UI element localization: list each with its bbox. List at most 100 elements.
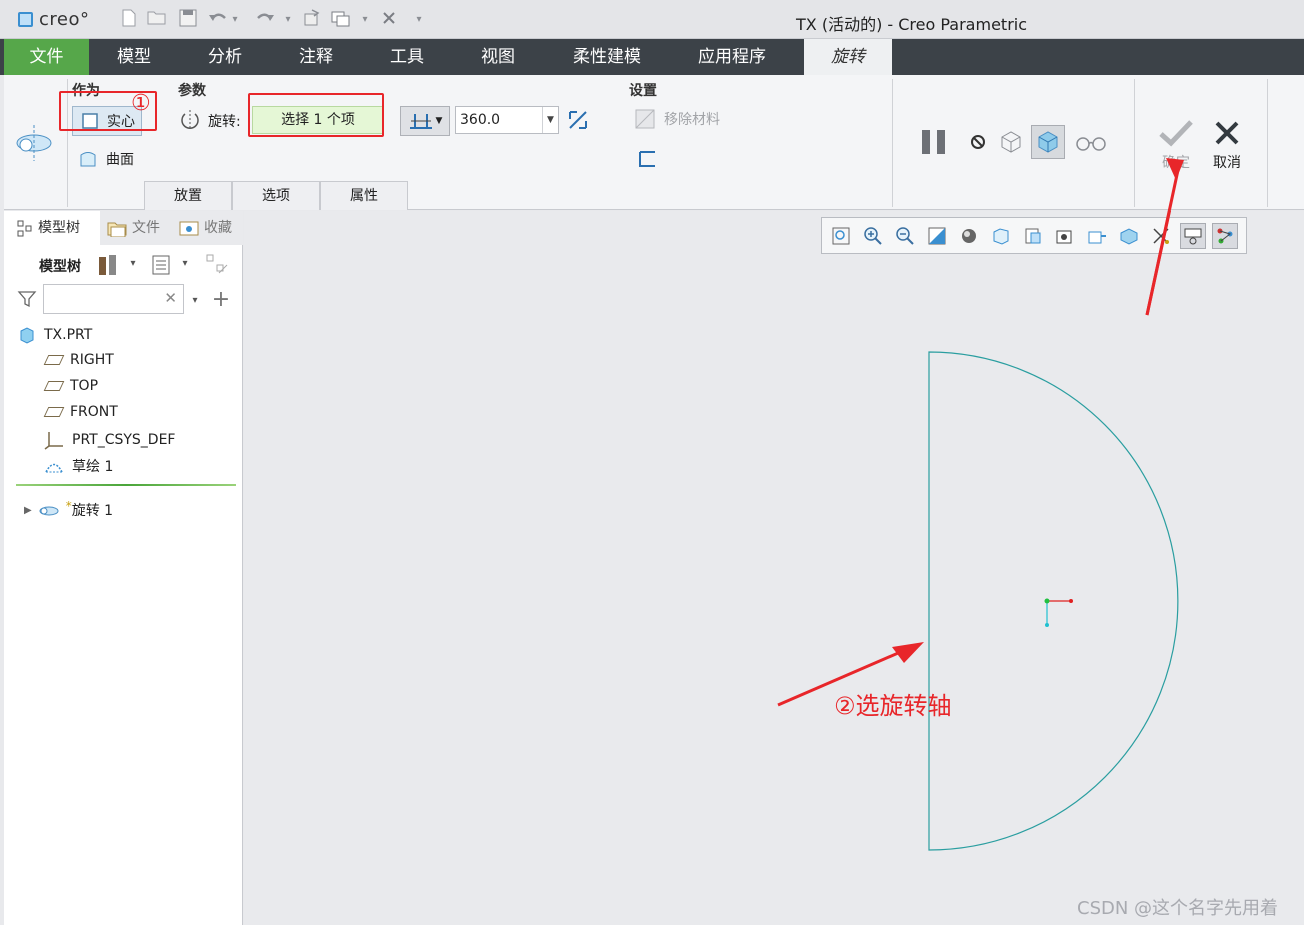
annotation-arrow-ok <box>1145 211 1172 316</box>
close-window-icon[interactable] <box>378 9 400 31</box>
redo-dropdown-icon[interactable]: ▾ <box>283 9 293 31</box>
part-icon <box>20 327 34 344</box>
tree-item-label: RIGHT <box>70 352 114 368</box>
regenerate-icon[interactable] <box>301 9 323 31</box>
annotation-arrowhead-axis <box>892 642 924 663</box>
tab-flexible-modeling[interactable]: 柔性建模 <box>562 39 652 75</box>
tree-item-part[interactable]: TX.PRT <box>18 326 92 344</box>
add-column-icon[interactable]: + <box>210 287 232 312</box>
filter-icon[interactable] <box>16 288 38 310</box>
tab-model-tree-label: 模型树 <box>38 220 80 236</box>
ok-button[interactable]: 确定 <box>1156 115 1196 175</box>
csys-origin <box>1044 598 1050 604</box>
creo-logo-text: creo° <box>39 9 90 30</box>
tab-options[interactable]: 选项 <box>232 181 320 210</box>
surface-icon <box>80 152 96 167</box>
tree-item-revolve[interactable]: ▶ * 旋转 1 <box>24 499 113 520</box>
tab-revolve[interactable]: 旋转 <box>804 39 892 75</box>
title-bar: creo° ▾ ▾ ▾ ▾ TX (活动的) - Creo Parametric <box>0 0 1304 39</box>
tab-file[interactable]: 文件 <box>4 39 89 75</box>
tab-view[interactable]: 视图 <box>462 39 534 75</box>
tree-item-right[interactable]: RIGHT <box>43 352 114 368</box>
show-list-icon[interactable] <box>149 252 173 278</box>
checkmark-icon <box>1159 120 1193 147</box>
model-tree-label: 模型树 <box>39 259 81 275</box>
tree-item-top[interactable]: TOP <box>43 378 98 394</box>
open-folder-icon[interactable] <box>146 9 168 31</box>
tab-folder-label: 文件 <box>132 220 160 236</box>
angle-type-dropdown-icon[interactable]: ▼ <box>436 116 443 126</box>
close-icon <box>1215 121 1239 145</box>
geometry-preview-button[interactable] <box>1031 125 1065 159</box>
tab-tools[interactable]: 工具 <box>371 39 443 75</box>
variable-angle-icon <box>409 114 432 129</box>
angle-value: 360.0 <box>460 112 501 128</box>
tree-item-label: FRONT <box>70 404 118 420</box>
windows-dropdown-icon[interactable]: ▾ <box>360 9 370 31</box>
cancel-button[interactable]: 取消 <box>1207 115 1247 175</box>
pause-button[interactable] <box>918 126 950 158</box>
tab-favorites[interactable]: 收藏 <box>178 211 238 245</box>
tree-item-csys[interactable]: PRT_CSYS_DEF <box>44 430 175 450</box>
surface-button[interactable]: 曲面 <box>78 147 134 171</box>
separator <box>892 79 893 207</box>
windows-icon[interactable] <box>330 9 352 31</box>
redo-icon[interactable] <box>254 9 276 31</box>
revolve-feature-icon <box>14 123 54 163</box>
tab-annotate[interactable]: 注释 <box>280 39 352 75</box>
pause-icon <box>922 130 945 154</box>
undo-dropdown-icon[interactable]: ▾ <box>230 9 240 31</box>
annotation-select-axis: ②选旋转轴 <box>834 692 952 720</box>
ribbon-tabs: 文件 模型 分析 注释 工具 视图 柔性建模 应用程序 旋转 <box>0 39 1304 75</box>
watermark: CSDN @这个名字先用着 <box>1077 898 1279 919</box>
tab-applications[interactable]: 应用程序 <box>686 39 778 75</box>
tab-favorites-label: 收藏 <box>204 220 232 236</box>
angle-dropdown-icon[interactable]: ▼ <box>542 107 558 133</box>
axis-rotate-icon <box>178 108 202 132</box>
tree-item-front[interactable]: FRONT <box>43 404 118 420</box>
customize-toolbar-icon[interactable]: ▾ <box>414 9 424 31</box>
new-file-icon[interactable] <box>118 9 140 31</box>
datum-plane-icon <box>43 407 65 417</box>
tab-properties[interactable]: 属性 <box>320 181 408 210</box>
folder-browser-icon <box>107 222 127 237</box>
tree-search-input[interactable]: ✕ <box>43 284 184 314</box>
tab-model-tree[interactable]: 模型树 <box>4 211 100 245</box>
clear-search-icon[interactable]: ✕ <box>164 289 177 307</box>
flip-direction-button[interactable] <box>564 106 592 134</box>
revolve-icon <box>39 506 59 516</box>
tab-folder-browser[interactable]: 文件 <box>106 211 172 245</box>
angle-input[interactable]: 360.0 ▼ <box>455 106 559 134</box>
remove-material-button[interactable]: 移除材料 <box>634 108 720 130</box>
tab-analysis[interactable]: 分析 <box>189 39 261 75</box>
tab-model[interactable]: 模型 <box>98 39 170 75</box>
settings-dropdown-icon[interactable]: ▾ <box>128 253 138 275</box>
verify-mode-button[interactable] <box>1073 130 1109 154</box>
thicken-icon <box>639 151 655 167</box>
csys-y-end <box>1045 623 1049 627</box>
graphics-window[interactable] <box>244 211 1304 925</box>
datum-plane-icon <box>43 381 65 391</box>
attached-preview-button[interactable] <box>997 128 1025 156</box>
model-tree-icon <box>17 220 32 237</box>
shaded-preview-icon <box>1038 131 1058 153</box>
annotation-box-collector <box>248 93 384 137</box>
tree-item-sketch[interactable]: 草绘 1 <box>44 456 113 476</box>
show-dropdown-icon[interactable]: ▾ <box>180 253 190 275</box>
tab-placement[interactable]: 放置 <box>144 181 232 210</box>
insert-here-indicator <box>16 484 236 486</box>
separator <box>1267 79 1268 207</box>
annotation-marker-1: ① <box>131 91 151 116</box>
expand-arrow-icon[interactable]: ▶ <box>24 505 32 516</box>
undo-icon[interactable] <box>207 9 229 31</box>
flip-direction-icon <box>569 111 587 129</box>
save-icon[interactable] <box>177 9 199 31</box>
window-title: TX (活动的) - Creo Parametric <box>796 15 1028 34</box>
rotate-label: 旋转: <box>208 114 241 130</box>
tree-filter-icon[interactable] <box>204 252 230 278</box>
thicken-sketch-button[interactable] <box>636 148 658 170</box>
angle-type-button[interactable]: ▼ <box>400 106 450 136</box>
no-preview-button[interactable] <box>966 130 990 154</box>
settings-tools-icon[interactable] <box>96 252 120 278</box>
search-dropdown-icon[interactable]: ▾ <box>190 290 200 312</box>
